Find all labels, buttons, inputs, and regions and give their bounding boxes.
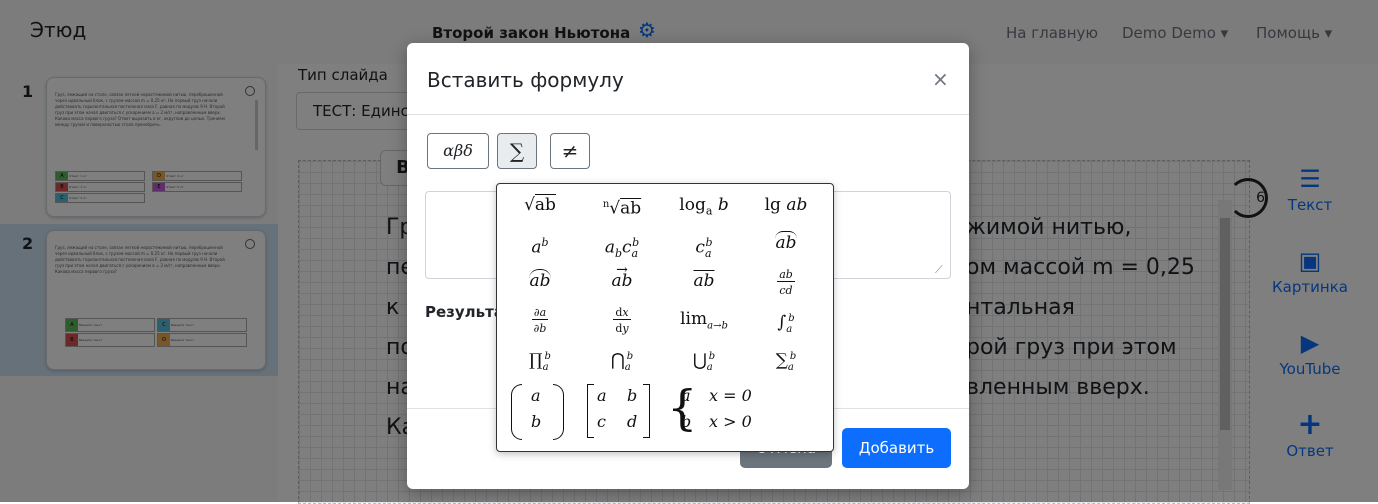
- formula-widehat[interactable]: ab: [745, 224, 827, 262]
- modal-title: Вставить формулу: [427, 68, 624, 92]
- formula-cases[interactable]: { a x = 0 b x > 0: [667, 380, 777, 444]
- formula-sum[interactable]: ∑ab: [745, 338, 827, 376]
- formula-union[interactable]: ⋃ab: [663, 338, 745, 376]
- tab-relations[interactable]: ≠: [550, 133, 590, 169]
- modal-header-divider: [407, 114, 969, 115]
- formula-log[interactable]: loga b: [663, 186, 745, 224]
- formula-vector[interactable]: → ab: [581, 262, 663, 300]
- formula-picker-popup: √ab n√ab loga b lg ab ab abcab cab ab ab…: [496, 183, 834, 452]
- formula-fraction[interactable]: ab cd: [745, 262, 827, 300]
- add-button[interactable]: Добавить: [842, 428, 951, 468]
- formula-product[interactable]: ∏ab: [499, 338, 581, 376]
- formula-subsup[interactable]: cab: [663, 224, 745, 262]
- formula-arc[interactable]: ab: [499, 262, 581, 300]
- tab-greek-letters[interactable]: αβδ: [427, 133, 489, 169]
- close-icon[interactable]: ×: [932, 67, 949, 91]
- formula-paren-vector[interactable]: a b: [509, 380, 573, 444]
- formula-derivative[interactable]: dx dy: [581, 300, 663, 338]
- tab-operators[interactable]: ∑: [497, 133, 537, 169]
- formula-nth-root[interactable]: n√ab: [581, 186, 663, 224]
- formula-integral[interactable]: ∫ab: [745, 300, 827, 338]
- formula-bracket-matrix[interactable]: a b c d: [585, 380, 657, 444]
- formula-sqrt[interactable]: √ab: [499, 186, 581, 224]
- formula-lg[interactable]: lg ab: [745, 186, 827, 224]
- formula-overline[interactable]: ab: [663, 262, 745, 300]
- formula-intersection[interactable]: ⋂ab: [581, 338, 663, 376]
- formula-power[interactable]: ab: [499, 224, 581, 262]
- formula-partial-derivative[interactable]: ∂a ∂b: [499, 300, 581, 338]
- formula-limit[interactable]: lima→b: [663, 300, 745, 338]
- resize-handle-icon[interactable]: ⟋: [935, 263, 943, 277]
